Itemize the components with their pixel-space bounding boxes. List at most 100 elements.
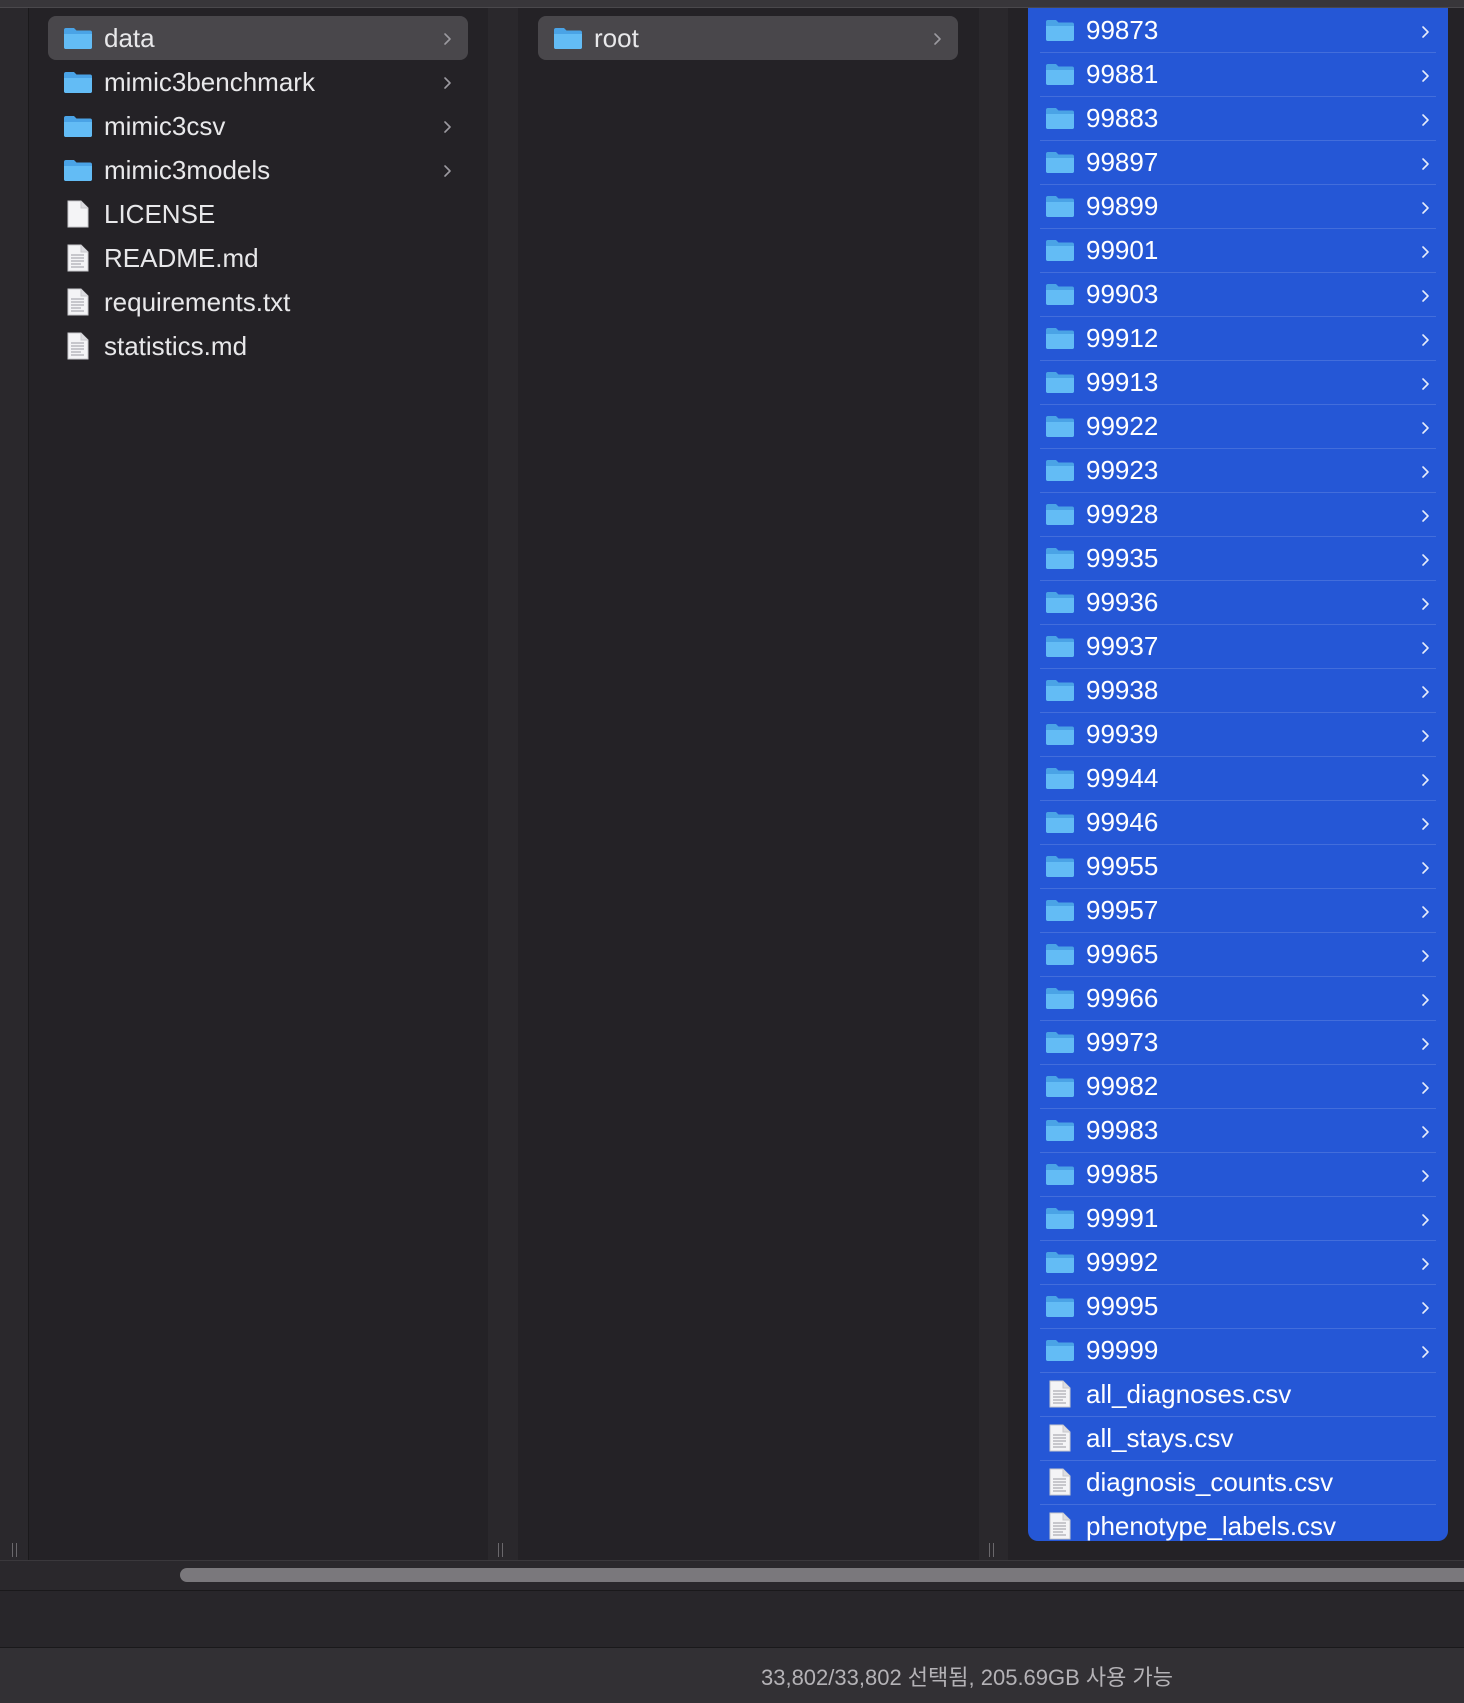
folder-icon (1042, 184, 1078, 228)
item-label: 99939 (1086, 718, 1159, 749)
folder-item[interactable]: 99938 (1040, 668, 1436, 713)
item-label: 99966 (1086, 982, 1159, 1013)
folder-item[interactable]: mimic3benchmark (48, 60, 468, 104)
text-file-icon (1042, 1372, 1078, 1416)
folder-icon (1042, 1328, 1078, 1372)
folder-item[interactable]: 99985 (1040, 1152, 1436, 1197)
file-item[interactable]: README.md (48, 236, 468, 280)
folder-item[interactable]: 99944 (1040, 756, 1436, 801)
chevron-right-icon (1420, 107, 1432, 129)
item-label: 99999 (1086, 1334, 1159, 1365)
folder-item[interactable]: 99966 (1040, 976, 1436, 1021)
folder-item[interactable]: 99995 (1040, 1284, 1436, 1329)
folder-item[interactable]: 99991 (1040, 1196, 1436, 1241)
folder-item[interactable]: 99912 (1040, 316, 1436, 361)
folder-item[interactable]: 99903 (1040, 272, 1436, 317)
folder-icon (1042, 492, 1078, 536)
chevron-right-icon (1420, 19, 1432, 41)
chevron-right-icon (442, 70, 454, 92)
folder-icon (1042, 844, 1078, 888)
file-item[interactable]: requirements.txt (48, 280, 468, 324)
chevron-right-icon (442, 26, 454, 48)
folder-item[interactable]: 99897 (1040, 140, 1436, 185)
chevron-right-icon (1420, 943, 1432, 965)
chevron-right-icon (1420, 327, 1432, 349)
folder-item[interactable]: 99992 (1040, 1240, 1436, 1285)
folder-icon (1042, 404, 1078, 448)
item-label: 99899 (1086, 190, 1159, 221)
item-label: 99983 (1086, 1114, 1159, 1145)
folder-item[interactable]: 99899 (1040, 184, 1436, 229)
item-label: phenotype_labels.csv (1086, 1510, 1337, 1541)
text-file-icon (58, 236, 98, 280)
file-item[interactable]: all_stays.csv (1040, 1416, 1436, 1461)
file-item[interactable]: diagnosis_counts.csv (1040, 1460, 1436, 1505)
chevron-right-icon (1420, 1295, 1432, 1317)
item-label: README.md (104, 242, 259, 273)
folder-icon (548, 16, 588, 60)
chevron-right-icon (1420, 415, 1432, 437)
status-bar: 33,802/33,802 선택됨, 205.69GB 사용 가능 (0, 1647, 1464, 1703)
folder-icon (1042, 448, 1078, 492)
folder-item[interactable]: mimic3models (48, 148, 468, 192)
item-label: 99897 (1086, 146, 1159, 177)
folder-item[interactable]: 99901 (1040, 228, 1436, 273)
chevron-right-icon (1420, 1251, 1432, 1273)
item-label: 99938 (1086, 674, 1159, 705)
folder-item[interactable]: data (48, 16, 468, 60)
folder-item[interactable]: 99923 (1040, 448, 1436, 493)
chevron-right-icon (1420, 195, 1432, 217)
folder-item[interactable]: 99935 (1040, 536, 1436, 581)
chevron-right-icon (1420, 239, 1432, 261)
file-item[interactable]: all_diagnoses.csv (1040, 1372, 1436, 1417)
folder-icon (58, 104, 98, 148)
folder-item[interactable]: 99999 (1040, 1328, 1436, 1373)
item-label: diagnosis_counts.csv (1086, 1466, 1334, 1497)
chevron-right-icon (1420, 1339, 1432, 1361)
folder-item[interactable]: 99946 (1040, 800, 1436, 845)
item-label: 99936 (1086, 586, 1159, 617)
horizontal-scrollbar-thumb[interactable] (180, 1568, 1464, 1582)
selection-highlight: 99873 99881 99883 99897 99899 99901 99903 99912… (1028, 8, 1448, 1541)
folder-item[interactable]: 99982 (1040, 1064, 1436, 1109)
folder-item[interactable]: 99913 (1040, 360, 1436, 405)
folder-icon (1042, 1284, 1078, 1328)
folder-item[interactable]: 99983 (1040, 1108, 1436, 1153)
chevron-right-icon (442, 114, 454, 136)
column-resize-handle[interactable] (985, 1540, 997, 1560)
folder-icon (1042, 272, 1078, 316)
column-resize-handle[interactable] (8, 1540, 20, 1560)
folder-item[interactable]: 99957 (1040, 888, 1436, 933)
folder-item[interactable]: 99939 (1040, 712, 1436, 757)
item-label: 99928 (1086, 498, 1159, 529)
file-item[interactable]: statistics.md (48, 324, 468, 368)
chevron-right-icon (442, 158, 454, 180)
folder-item[interactable]: root (538, 16, 958, 60)
column-resize-handle[interactable] (494, 1540, 506, 1560)
folder-item[interactable]: 99928 (1040, 492, 1436, 537)
folder-item[interactable]: 99881 (1040, 52, 1436, 97)
chevron-right-icon (1420, 1207, 1432, 1229)
chevron-right-icon (1420, 63, 1432, 85)
folder-item[interactable]: 99973 (1040, 1020, 1436, 1065)
folder-item[interactable]: 99965 (1040, 932, 1436, 977)
item-label: statistics.md (104, 330, 248, 361)
item-label: 99883 (1086, 102, 1159, 133)
folder-icon (1042, 360, 1078, 404)
item-label: 99903 (1086, 278, 1159, 309)
status-text: 33,802/33,802 선택됨, 205.69GB 사용 가능 (760, 1664, 1173, 1690)
folder-item[interactable]: 99922 (1040, 404, 1436, 449)
folder-item[interactable]: 99883 (1040, 96, 1436, 141)
file-item[interactable]: LICENSE (48, 192, 468, 236)
column-divider-2 (979, 8, 1008, 1560)
folder-icon (1042, 1196, 1078, 1240)
folder-item[interactable]: mimic3csv (48, 104, 468, 148)
folder-icon (1042, 580, 1078, 624)
folder-item[interactable]: 99873 (1040, 8, 1436, 53)
file-item[interactable]: phenotype_labels.csv (1040, 1504, 1436, 1548)
folder-item[interactable]: 99936 (1040, 580, 1436, 625)
chevron-right-icon (1420, 283, 1432, 305)
folder-item[interactable]: 99937 (1040, 624, 1436, 669)
item-label: mimic3models (104, 154, 271, 185)
folder-item[interactable]: 99955 (1040, 844, 1436, 889)
